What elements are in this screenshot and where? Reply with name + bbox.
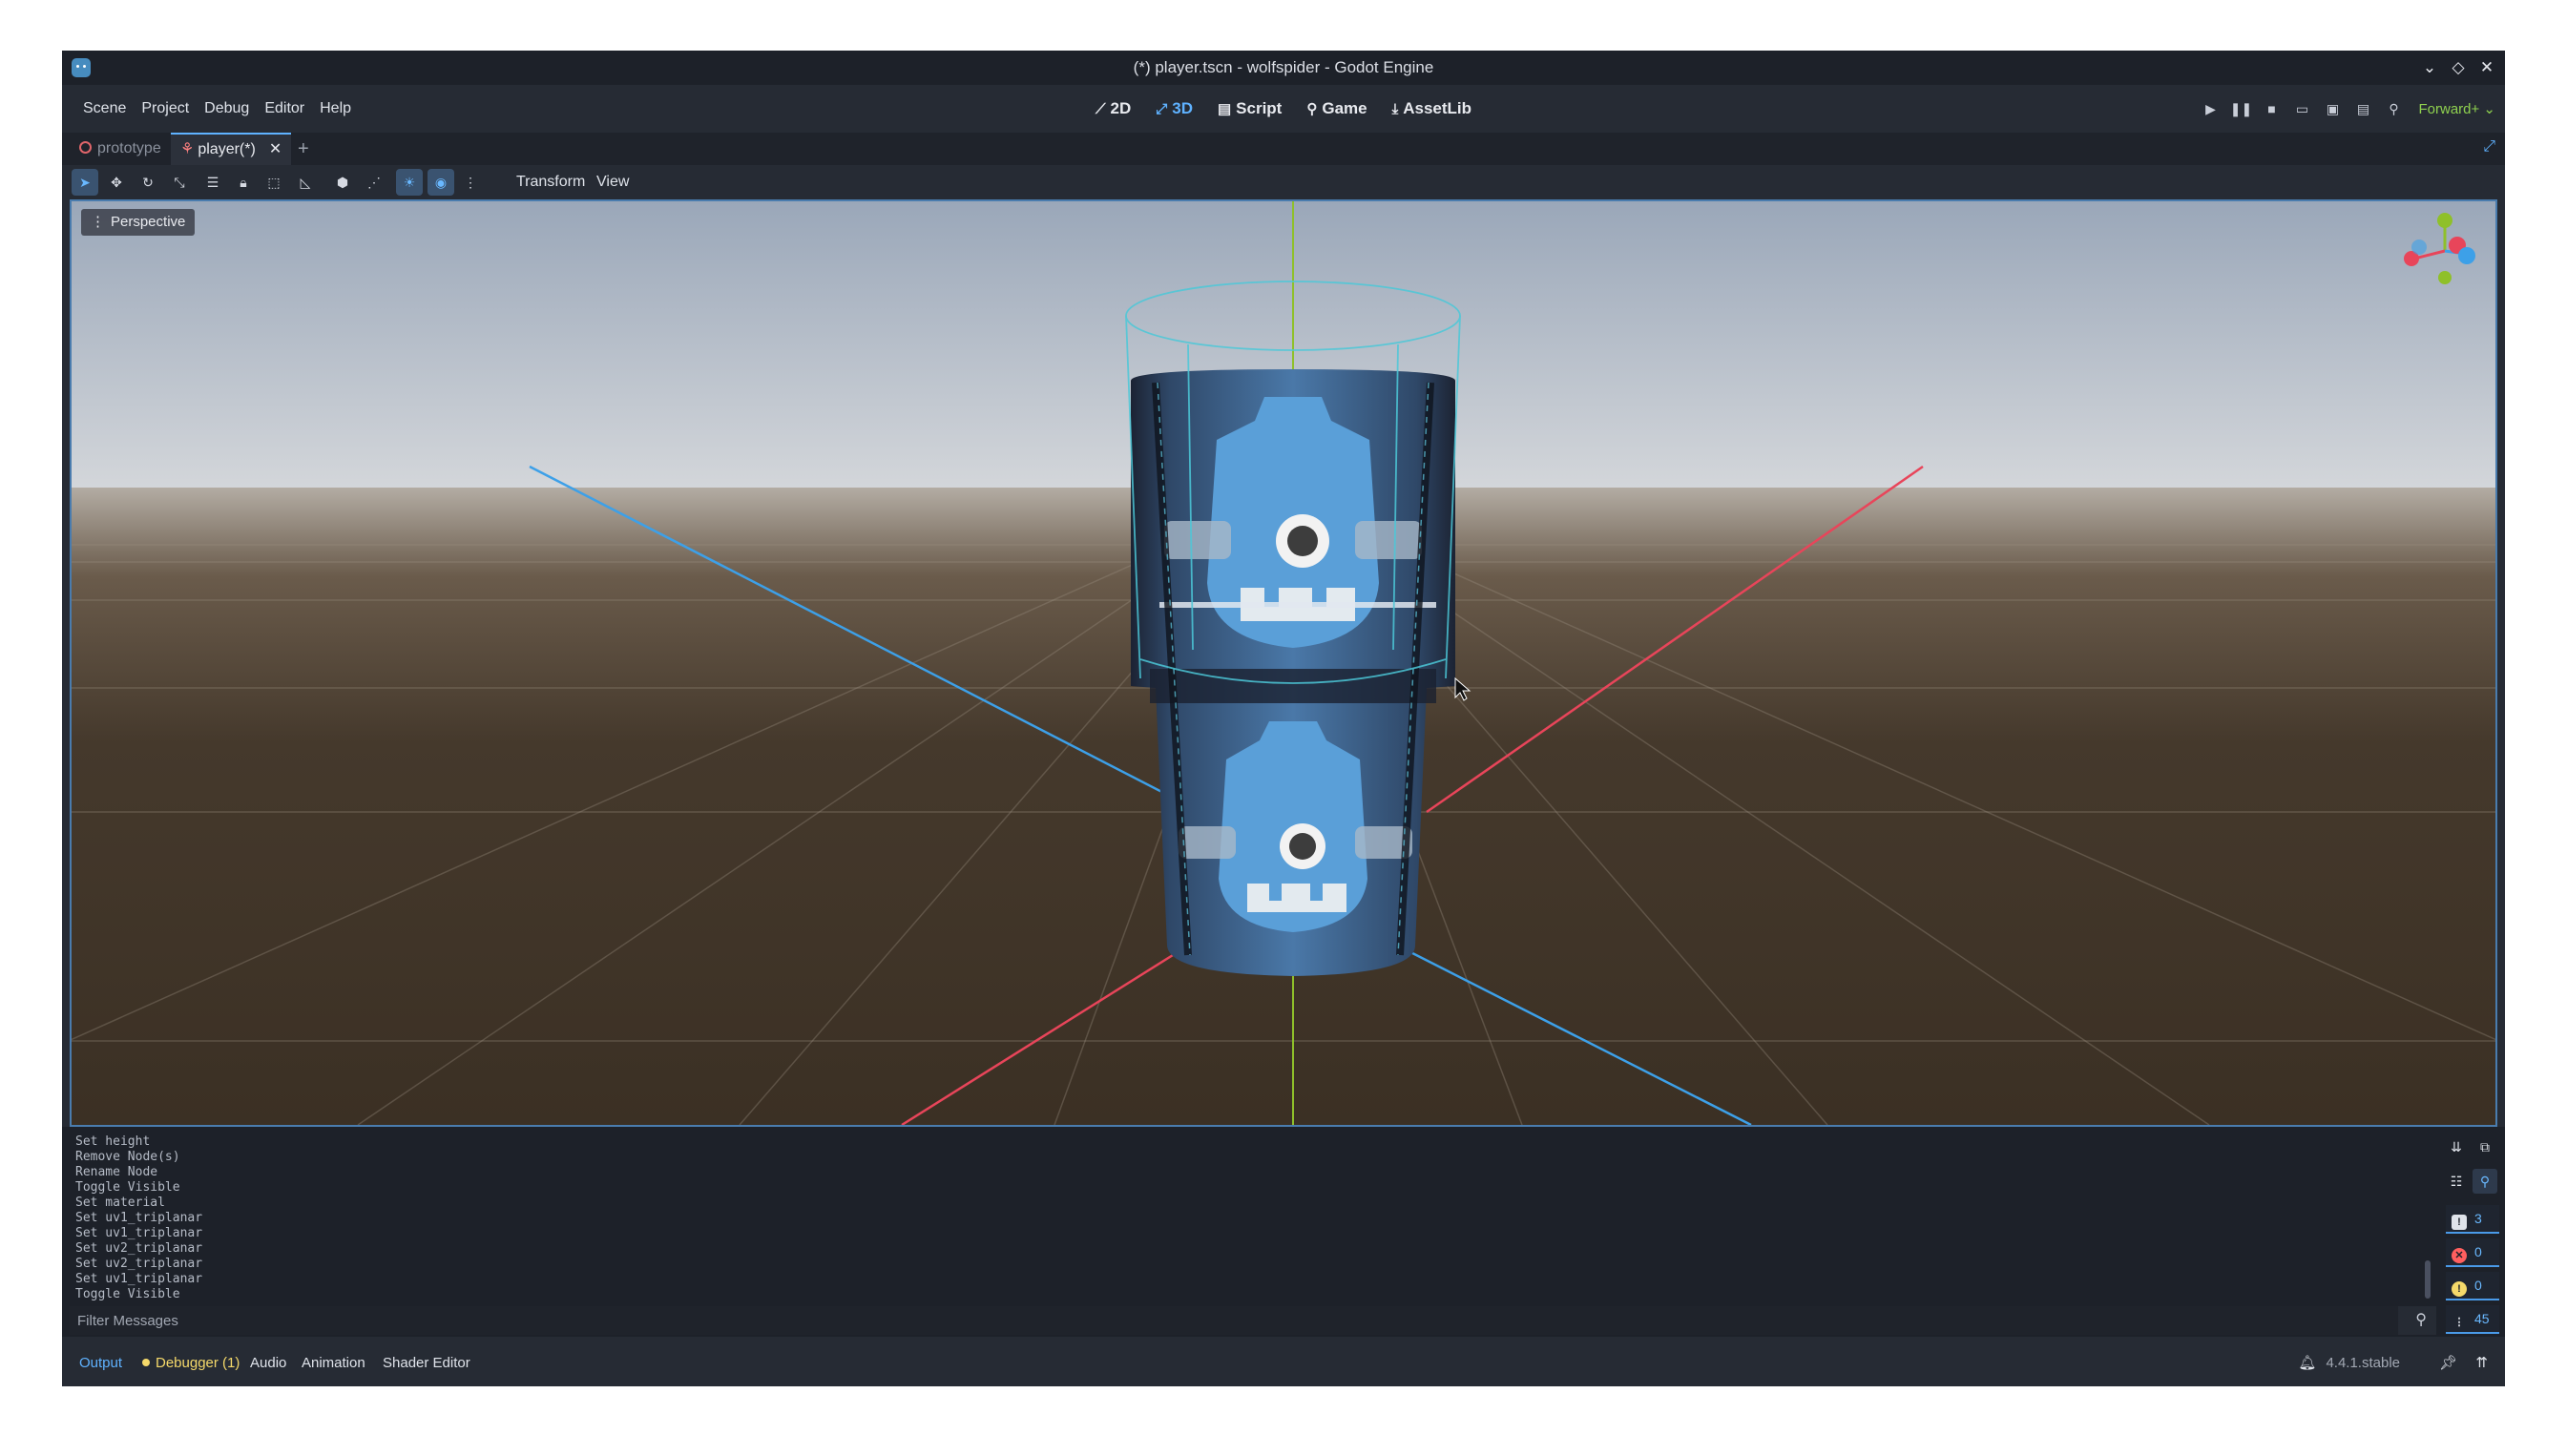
error-count-toggle[interactable]: ✕ 0 (2446, 1238, 2499, 1267)
log-line: Set uv2_triplanar (75, 1241, 203, 1256)
move-mode-icon[interactable]: ✥ (103, 169, 130, 196)
filter-search-icon: ⚲ (2415, 1312, 2427, 1328)
tab-shader-editor[interactable]: Shader Editor (383, 1341, 470, 1386)
more-options-icon[interactable]: ⋮ (457, 169, 484, 196)
view-menu[interactable]: View (596, 165, 629, 199)
log-line: Remove Node(s) (75, 1150, 180, 1164)
menu-bar: Scene Project Debug Editor Help ⟋ 2D ⤢ 3D … (62, 85, 2505, 133)
log-line: Toggle Visible (75, 1180, 180, 1195)
log-line: Rename Node (75, 1165, 158, 1179)
tab-output[interactable]: Output (79, 1341, 122, 1386)
tab-prototype[interactable]: prototype (70, 133, 171, 165)
search-filter-icon[interactable]: ⚲ (2473, 1169, 2497, 1194)
close-tab-icon[interactable]: ✕ (269, 141, 282, 157)
preview-environment-icon[interactable]: ◉ (428, 169, 454, 196)
viewport-toolbar: ➤ ✥ ↻ ⤡ ☰ 🔒︎ ⬚ ◺ ⬢ ⋰ ☀ ◉ ⋮ Transform Vie… (62, 165, 2505, 199)
3d-icon: ⤢ (1156, 101, 1168, 117)
renderer-dropdown[interactable]: Forward+ ⌄ (2418, 100, 2495, 117)
stop-icon[interactable]: ■ (2256, 101, 2286, 116)
add-scene-tab-button[interactable]: + (298, 133, 309, 165)
scale-mode-icon[interactable]: ⤡ (166, 169, 193, 196)
lock-icon[interactable]: 🔒︎ (230, 169, 257, 196)
editor-message-count-toggle[interactable]: ⋮ 45 (2446, 1305, 2499, 1334)
tab-audio[interactable]: Audio (250, 1341, 286, 1386)
player-mesh[interactable] (1131, 369, 1455, 976)
close-window-icon[interactable]: ✕ (2473, 51, 2501, 85)
bottom-panel-tabs: Output Debugger (1) Audio Animation Shad… (62, 1341, 2505, 1386)
notification-bell-icon[interactable]: 🔔︎ (2298, 1355, 2316, 1371)
output-side-buttons: ⇊ ⧉ ☷ ⚲ ! 3 ✕ 0 ! 0 ⋮ 45 (2444, 1127, 2501, 1337)
warning-count-toggle[interactable]: ! 0 (2446, 1272, 2499, 1300)
error-icon: ✕ (2452, 1248, 2467, 1263)
godot-editor-window: (*) player.tscn - wolfspider - Godot Eng… (62, 51, 2505, 1386)
group-icon[interactable]: ⬚ (261, 169, 287, 196)
preview-sun-icon[interactable]: ☀ (396, 169, 423, 196)
output-panel: Set height Remove Node(s) Rename Node To… (62, 1127, 2505, 1337)
copy-output-icon[interactable]: ⧉ (2473, 1134, 2497, 1159)
workspace-2d-button[interactable]: ⟋ 2D (1086, 85, 1140, 134)
log-line: Set uv1_triplanar (75, 1272, 203, 1286)
scene-tabs: prototype ⚘ player(*) ✕ + ⤢ (62, 133, 2505, 165)
gizmo-z-icon[interactable] (2458, 247, 2475, 264)
tab-player[interactable]: ⚘ player(*) ✕ (171, 133, 292, 165)
remote-debug-icon[interactable]: ▭ (2286, 101, 2317, 117)
output-scrollbar[interactable] (2425, 1260, 2431, 1299)
game-icon: ⚲ (1306, 101, 1318, 117)
movie-maker-icon[interactable]: ▣ (2317, 101, 2348, 117)
log-line: Set material (75, 1196, 165, 1210)
pin-panel-icon[interactable]: 📌︎ (2439, 1341, 2457, 1386)
rotate-mode-icon[interactable]: ↻ (135, 169, 161, 196)
tab-debugger[interactable]: Debugger (1) (142, 1341, 240, 1386)
log-line: Set uv1_triplanar (75, 1211, 203, 1225)
clear-output-icon[interactable]: ⇊ (2444, 1134, 2469, 1159)
filter-messages-input[interactable] (70, 1306, 2398, 1335)
maximize-icon[interactable]: ◇ (2444, 51, 2473, 85)
workspace-switcher: ⟋ 2D ⤢ 3D ▤ Script ⚲ Game ⤓ AssetLib (62, 85, 2505, 134)
run-bar: ▶ ❚❚ ■ ▭ ▣ ▤ ⚲ Forward+ ⌄ (2195, 85, 2495, 133)
pause-icon[interactable]: ❚❚ (2225, 101, 2256, 117)
workspace-game-button[interactable]: ⚲ Game (1297, 85, 1376, 134)
node-icon: ⚘ (180, 141, 195, 157)
search-icon[interactable]: ⚲ (2378, 101, 2409, 117)
select-mode-icon[interactable]: ➤ (72, 169, 98, 196)
workspace-assetlib-button[interactable]: ⤓ AssetLib (1383, 85, 1481, 134)
transform-menu[interactable]: Transform (516, 165, 585, 199)
minimize-icon[interactable]: ⌄ (2415, 51, 2444, 85)
warning-icon: ! (2452, 1281, 2467, 1297)
snap-icon[interactable]: ⋰ (361, 169, 387, 196)
window-title: (*) player.tscn - wolfspider - Godot Eng… (1133, 58, 1434, 76)
assetlib-icon: ⤓ (1391, 101, 1399, 117)
ruler-icon[interactable]: ◺ (292, 169, 319, 196)
run-scene-icon[interactable]: ▤ (2348, 101, 2378, 117)
play-icon[interactable]: ▶ (2195, 101, 2225, 117)
message-count-toggle[interactable]: ! 3 (2446, 1205, 2499, 1234)
collapse-duplicates-icon[interactable]: ☷ (2444, 1169, 2469, 1194)
debugger-warning-dot (142, 1359, 150, 1366)
3d-viewport[interactable]: ⋮ Perspective (70, 199, 2497, 1127)
title-bar: (*) player.tscn - wolfspider - Godot Eng… (62, 51, 2505, 85)
list-select-icon[interactable]: ☰ (199, 169, 226, 196)
workspace-script-button[interactable]: ▤ Script (1208, 85, 1291, 134)
gizmo-y-icon[interactable] (2437, 213, 2452, 228)
workspace-3d-button[interactable]: ⤢ 3D (1146, 85, 1202, 134)
filter-bar: ⚲ (70, 1306, 2436, 1335)
version-label: 🔔︎ 4.4.1.stable (2298, 1355, 2400, 1371)
perspective-menu-button[interactable]: ⋮ Perspective (81, 209, 196, 236)
message-icon: ! (2452, 1215, 2467, 1230)
scene-status-icon (79, 141, 92, 154)
log-line: Toggle Visible (75, 1287, 180, 1301)
log-line: Set uv2_triplanar (75, 1257, 203, 1271)
script-icon: ▤ (1217, 101, 1232, 117)
output-log: Set height Remove Node(s) Rename Node To… (75, 1134, 202, 1302)
menu-dots-icon: ⋮ (91, 214, 105, 230)
log-line: Set uv1_triplanar (75, 1226, 203, 1240)
distraction-free-icon[interactable]: ⤢ (2483, 138, 2495, 156)
editor-message-icon: ⋮ (2453, 1317, 2465, 1328)
log-line: Set height (75, 1134, 151, 1149)
2d-icon: ⟋ (1095, 101, 1106, 117)
expand-panel-icon[interactable]: ⇈ (2475, 1341, 2488, 1386)
tab-animation[interactable]: Animation (302, 1341, 365, 1386)
local-space-icon[interactable]: ⬢ (329, 169, 356, 196)
